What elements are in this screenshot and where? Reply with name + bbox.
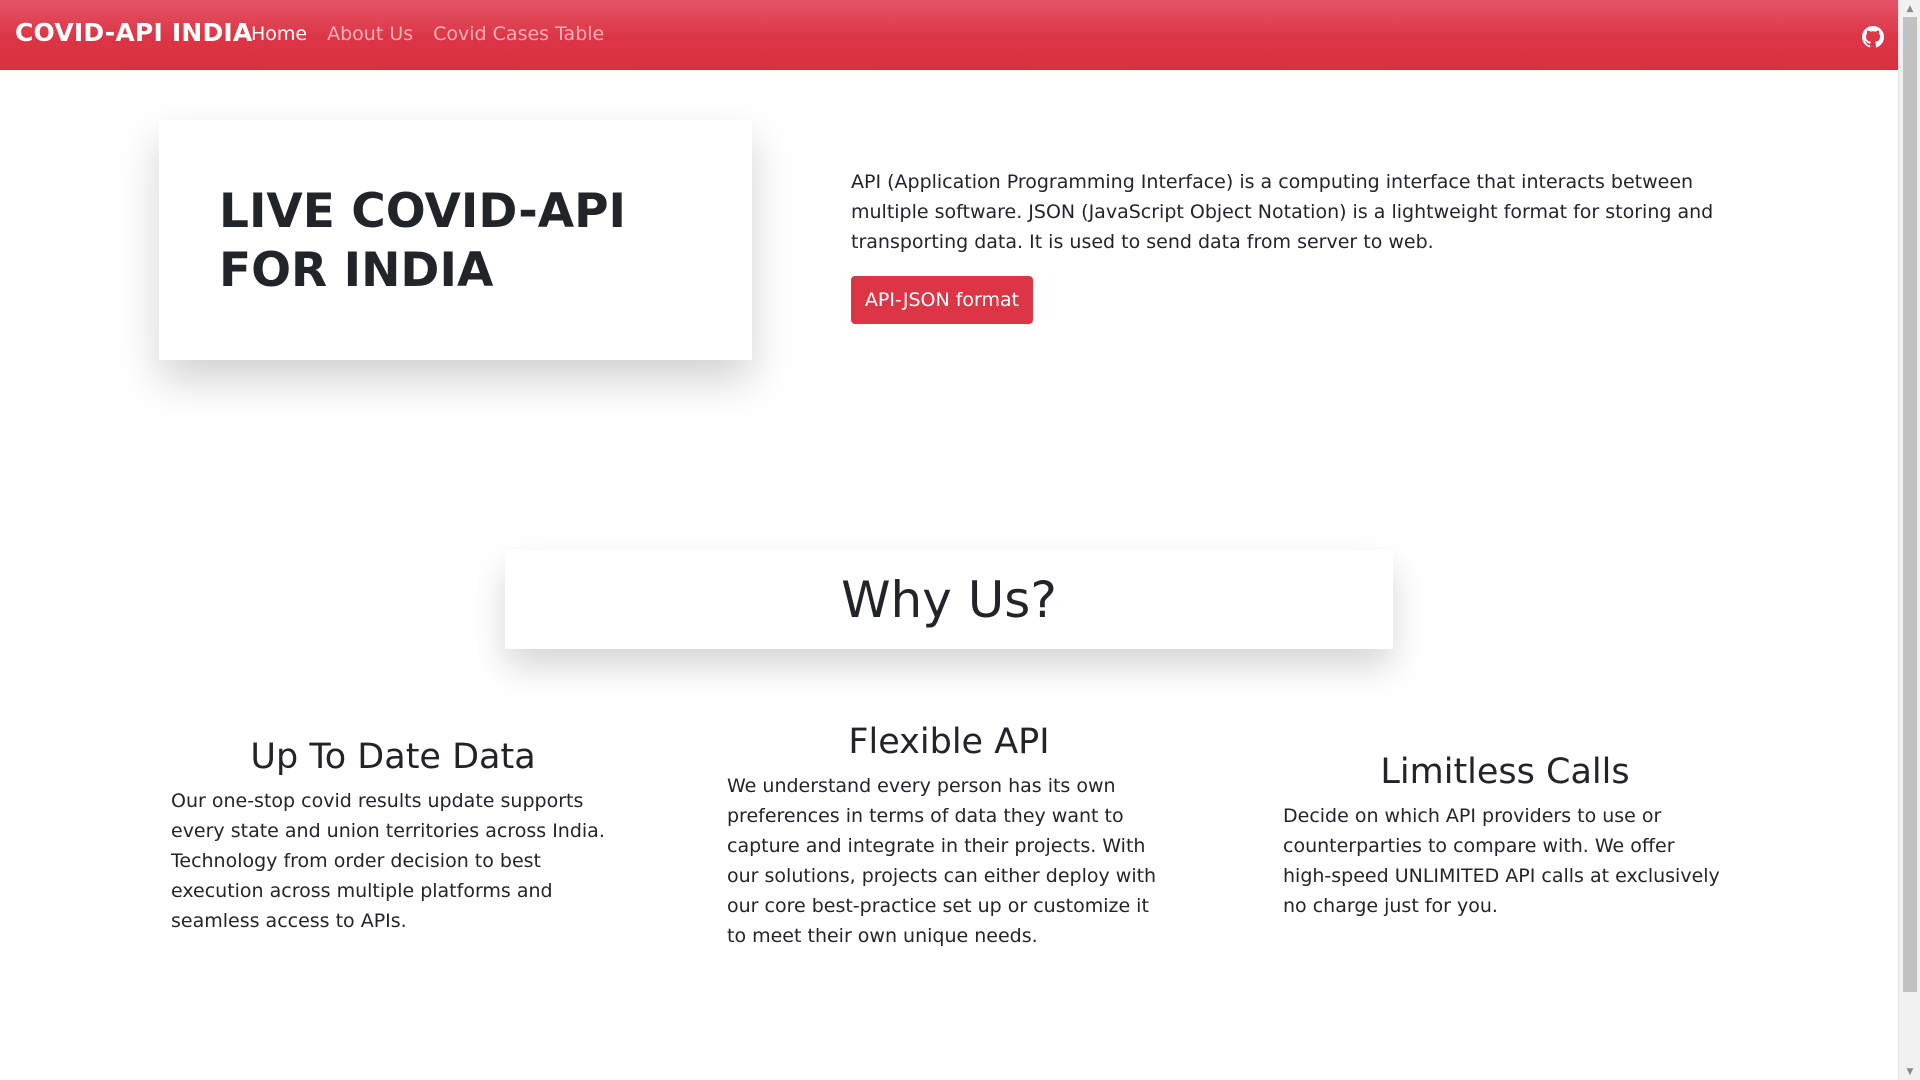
scroll-down-arrow-icon[interactable]: ▼ [1899,1063,1920,1080]
feature-title: Up To Date Data [250,737,536,777]
hero-description: API (Application Programming Interface) … [851,171,1714,253]
nav-link-home[interactable]: Home [251,23,307,45]
nav-links: Home About Us Covid Cases Table [251,23,604,45]
why-us-heading: Why Us? [841,570,1057,629]
feature-flexible-api: Flexible API We understand every person … [727,720,1171,951]
feature-up-to-date-data: Up To Date Data Our one-stop covid resul… [171,735,615,936]
api-json-format-button[interactable]: API-JSON format [851,276,1033,324]
github-icon[interactable] [1862,26,1884,48]
why-us-card: Why Us? [505,550,1393,649]
nav-link-about-us[interactable]: About Us [327,23,413,45]
hero-card: LIVE COVID-API FOR INDIA [159,120,752,360]
feature-text: We understand every person has its own p… [727,775,1157,947]
feature-text: Our one-stop covid results update suppor… [171,790,605,932]
scroll-up-arrow-icon[interactable]: ▲ [1899,0,1920,17]
feature-text: Decide on which API providers to use or … [1283,805,1720,917]
scrollbar-thumb[interactable] [1903,17,1917,992]
feature-limitless-calls: Limitless Calls Decide on which API prov… [1283,750,1727,921]
nav-link-covid-cases-table[interactable]: Covid Cases Table [433,23,604,45]
navbar: COVID-API INDIA Home About Us Covid Case… [0,0,1898,70]
page: COVID-API INDIA Home About Us Covid Case… [0,0,1920,1080]
brand-logo[interactable]: COVID-API INDIA [15,18,252,47]
feature-title: Flexible API [848,722,1050,762]
hero-title: LIVE COVID-API FOR INDIA [219,184,627,298]
scrollbar[interactable]: ▲ ▼ [1898,0,1920,1080]
feature-title: Limitless Calls [1380,752,1630,792]
